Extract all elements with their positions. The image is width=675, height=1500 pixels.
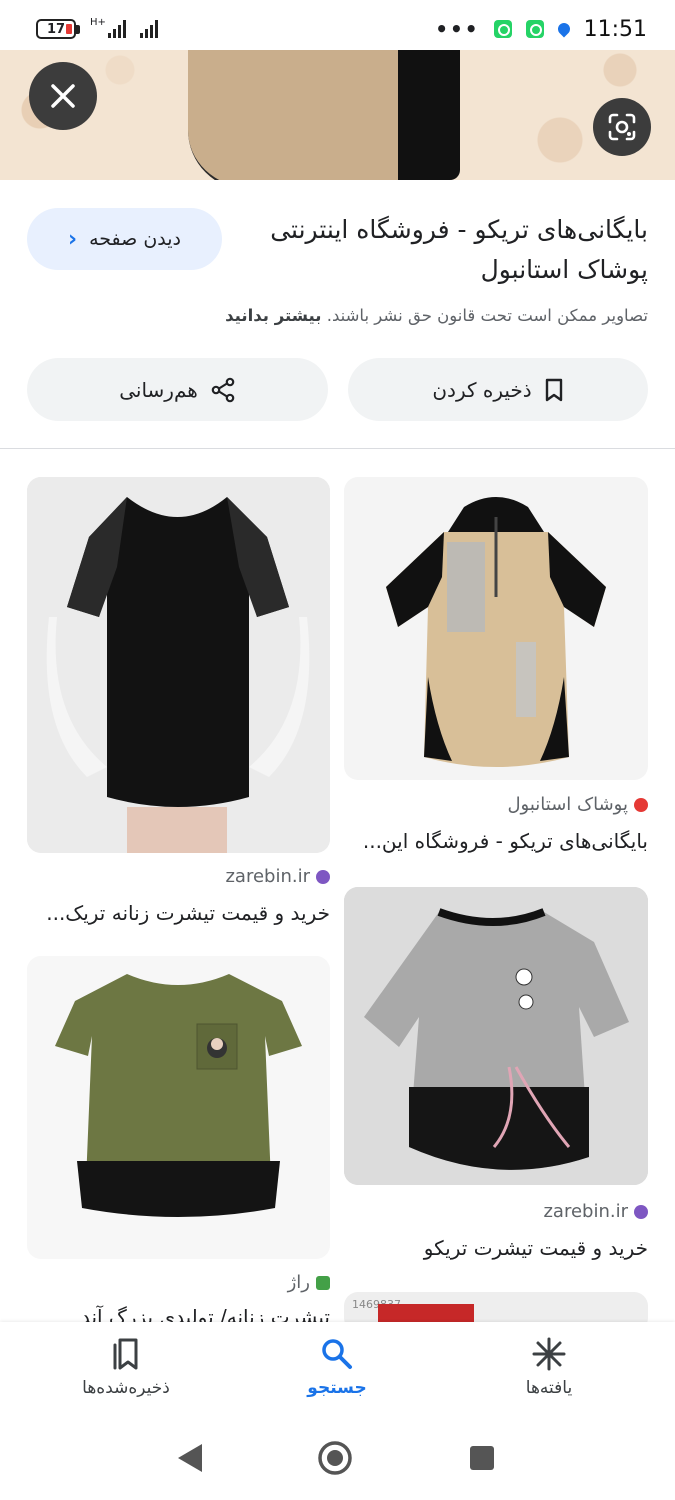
battery-indicator: 17 — [36, 19, 80, 39]
copyright-notice: تصاویر ممکن است تحت قانون حق نشر باشند. … — [28, 306, 648, 325]
nav-item-discover[interactable]: یافته‌ها — [469, 1336, 629, 1398]
result-caption-1[interactable]: بایگانی‌های تریکو - فروشگاه این... — [348, 829, 648, 853]
save-label: ذخیره کردن — [432, 377, 532, 402]
result-caption-2[interactable]: خرید و قیمت تیشرت زنانه تریک... — [30, 901, 330, 925]
bottom-navigation: یافته‌ها جستجو ذخیره‌شده‌ها — [0, 1322, 675, 1422]
copyright-text: تصاویر ممکن است تحت قانون حق نشر باشند. — [326, 306, 648, 325]
chevron-left-icon: ‹ — [68, 226, 78, 252]
google-lens-button[interactable] — [593, 98, 651, 156]
shirt-olive-image — [27, 956, 330, 1259]
home-icon[interactable] — [317, 1440, 353, 1476]
nav-label: یافته‌ها — [525, 1378, 573, 1398]
nav-item-search[interactable]: جستجو — [257, 1336, 417, 1398]
source-favicon — [634, 1204, 648, 1219]
result-source-4[interactable]: راژ — [288, 1272, 330, 1293]
shirt-black-lace-image — [27, 477, 330, 853]
shirt-side-panel — [398, 50, 460, 180]
more-notifications-icon: ••• — [435, 17, 480, 41]
source-favicon — [316, 1275, 330, 1290]
asterisk-icon — [532, 1337, 566, 1371]
shirt-gray-image — [344, 887, 648, 1185]
location-icon — [555, 20, 573, 38]
clock: 11:51 — [583, 16, 647, 42]
result-source-2[interactable]: zarebin.ir — [225, 866, 330, 887]
result-image-1[interactable] — [344, 477, 648, 780]
whatsapp-business-icon — [525, 20, 544, 38]
signal-icon — [107, 20, 126, 38]
result-source-3[interactable]: zarebin.ir — [543, 1201, 648, 1222]
result-source-1[interactable]: پوشاک استانبول — [507, 794, 648, 815]
result-image-2[interactable] — [27, 477, 330, 853]
bookmarks-icon — [113, 1338, 138, 1370]
search-icon — [322, 1339, 352, 1369]
page-title[interactable]: بایگانی‌های تریکو - فروشگاه اینترنتی پوش… — [258, 210, 648, 290]
close-icon — [51, 84, 75, 108]
share-icon — [211, 377, 235, 402]
battery-level: 17 — [36, 19, 76, 39]
signal-icon-2 — [139, 20, 158, 38]
source-favicon — [634, 797, 648, 812]
visit-label: دیدن صفحه — [89, 228, 181, 250]
save-button[interactable]: ذخیره کردن — [348, 358, 648, 421]
nav-label: ذخیره‌شده‌ها — [82, 1378, 170, 1398]
nav-item-saved[interactable]: ذخیره‌شده‌ها — [46, 1336, 206, 1398]
visit-page-button[interactable]: دیدن صفحه ‹ — [27, 208, 222, 270]
divider — [0, 448, 675, 449]
back-icon[interactable] — [176, 1442, 204, 1474]
source-name: zarebin.ir — [225, 866, 310, 887]
preview-image[interactable] — [0, 50, 675, 180]
shirt-beige-image — [386, 497, 606, 767]
close-button[interactable] — [29, 62, 97, 130]
whatsapp-icon — [493, 20, 512, 38]
battery-tip — [76, 24, 80, 34]
network-type: H+ — [90, 17, 106, 28]
bookmark-icon — [545, 378, 562, 401]
learn-more-link[interactable]: بیشتر بدانید — [225, 306, 321, 325]
share-button[interactable]: هم‌رسانی — [27, 358, 328, 421]
nav-label: جستجو — [307, 1378, 367, 1398]
source-name: راژ — [287, 1272, 310, 1293]
recents-icon[interactable] — [468, 1444, 496, 1472]
source-name: پوشاک استانبول — [507, 794, 628, 815]
source-favicon — [316, 869, 330, 884]
result-caption-3[interactable]: خرید و قیمت تیشرت تریکو — [348, 1236, 648, 1260]
share-label: هم‌رسانی — [119, 377, 198, 402]
source-name: zarebin.ir — [543, 1201, 628, 1222]
google-lens-icon — [608, 113, 636, 141]
result-image-4[interactable] — [27, 956, 330, 1259]
result-image-3[interactable] — [344, 887, 648, 1185]
system-navigation-bar — [0, 1422, 675, 1500]
